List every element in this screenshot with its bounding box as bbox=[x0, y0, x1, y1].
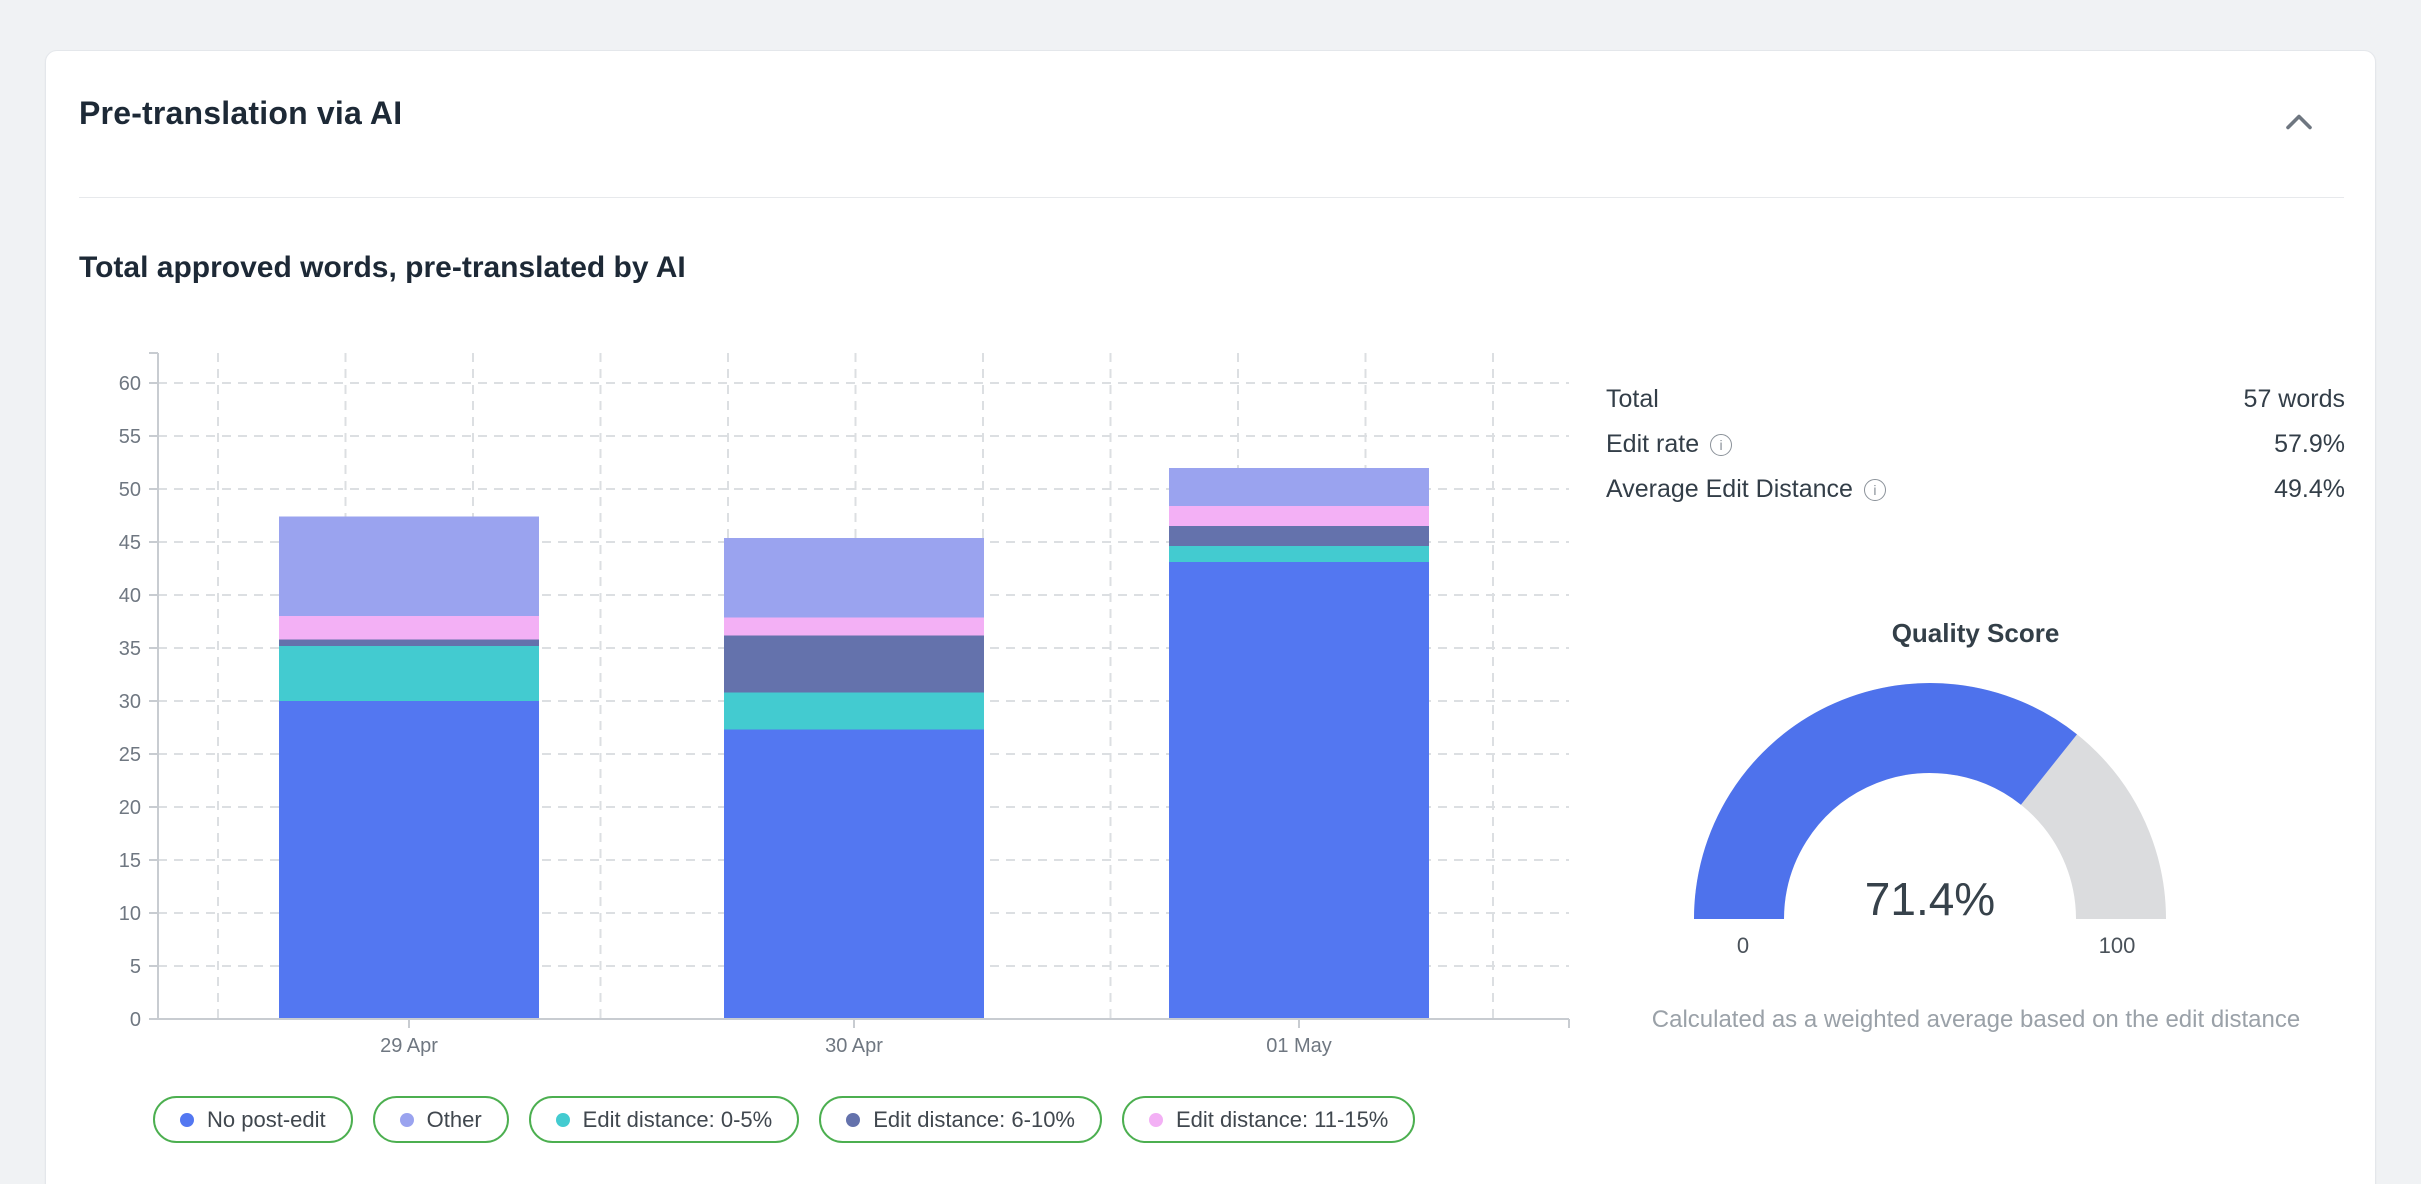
screen: Pre-translation via AI Total approved wo… bbox=[0, 0, 2421, 1184]
stat-label-group: Average Edit Distance i bbox=[1606, 475, 1886, 504]
legend-label: No post-edit bbox=[207, 1107, 326, 1133]
bar-segment[interactable] bbox=[1169, 526, 1429, 546]
x-axis-label: 30 Apr bbox=[825, 1035, 883, 1057]
legend-pill[interactable]: Edit distance: 11-15% bbox=[1122, 1096, 1415, 1143]
stat-row: Edit rate i 57.9% bbox=[1606, 422, 2345, 467]
y-axis-label: 5 bbox=[130, 956, 141, 978]
stat-label: Total bbox=[1606, 385, 1659, 414]
legend-dot bbox=[180, 1113, 194, 1127]
bar-segment[interactable] bbox=[724, 730, 984, 1019]
stat-value: 57.9% bbox=[2274, 430, 2345, 459]
chart-legend: No post-edit Other Edit distance: 0-5% Edit… bbox=[153, 1096, 1415, 1143]
chevron-up-icon bbox=[2286, 113, 2312, 130]
header-divider bbox=[79, 197, 2344, 198]
y-axis-label: 30 bbox=[119, 691, 141, 713]
card-title: Pre-translation via AI bbox=[79, 95, 402, 132]
y-axis-label: 0 bbox=[130, 1009, 141, 1031]
y-axis-label: 15 bbox=[119, 850, 141, 872]
bar-segment[interactable] bbox=[724, 538, 984, 618]
legend-dot bbox=[846, 1113, 860, 1127]
legend-pill[interactable]: Edit distance: 6-10% bbox=[819, 1096, 1102, 1143]
quality-score-gauge: 71.4% 0 100 bbox=[1670, 661, 2190, 961]
gauge-min-label: 0 bbox=[1737, 933, 1749, 958]
collapse-button[interactable] bbox=[2279, 101, 2319, 141]
y-axis-label: 60 bbox=[119, 373, 141, 395]
bar-segment[interactable] bbox=[724, 693, 984, 730]
bar-segment[interactable] bbox=[279, 616, 539, 639]
x-axis-label: 01 May bbox=[1266, 1035, 1332, 1057]
stat-row: Total 57 words bbox=[1606, 377, 2345, 422]
bar-segment[interactable] bbox=[1169, 546, 1429, 562]
legend-label: Edit distance: 6-10% bbox=[873, 1107, 1075, 1133]
legend-dot bbox=[400, 1113, 414, 1127]
bar-segment[interactable] bbox=[279, 517, 539, 617]
gauge-max-label: 100 bbox=[2099, 933, 2136, 958]
y-axis-label: 20 bbox=[119, 797, 141, 819]
bar-segment[interactable] bbox=[1169, 468, 1429, 506]
stat-value: 49.4% bbox=[2274, 475, 2345, 504]
stat-label: Average Edit Distance bbox=[1606, 475, 1853, 504]
bar-segment[interactable] bbox=[1169, 506, 1429, 526]
stat-label: Edit rate bbox=[1606, 430, 1699, 459]
bar-segment[interactable] bbox=[1169, 562, 1429, 1019]
y-axis-label: 55 bbox=[119, 426, 141, 448]
gauge-value: 71.4% bbox=[1865, 873, 1995, 925]
gauge-title: Quality Score bbox=[1606, 618, 2345, 649]
legend-label: Other bbox=[427, 1107, 482, 1133]
stat-label-group: Total bbox=[1606, 385, 1659, 414]
legend-dot bbox=[1149, 1113, 1163, 1127]
y-axis-label: 40 bbox=[119, 585, 141, 607]
bar-segment[interactable] bbox=[724, 617, 984, 635]
pre-translation-card: Pre-translation via AI Total approved wo… bbox=[45, 50, 2376, 1184]
legend-dot bbox=[556, 1113, 570, 1127]
stacked-bar-chart: 0 5 10 15 20 25 30 35 40 45 50 55 60 29 Apr 30 Apr 01 M… bbox=[79, 331, 1591, 1091]
legend-pill[interactable]: Other bbox=[373, 1096, 509, 1143]
legend-pill[interactable]: No post-edit bbox=[153, 1096, 353, 1143]
info-icon[interactable]: i bbox=[1864, 479, 1886, 501]
bar-segment[interactable] bbox=[279, 701, 539, 1019]
stats-panel: Total 57 words Edit rate i 57.9% Average Edit… bbox=[1606, 377, 2345, 512]
bar-segment[interactable] bbox=[724, 635, 984, 692]
x-axis-label: 29 Apr bbox=[380, 1035, 438, 1057]
legend-label: Edit distance: 0-5% bbox=[583, 1107, 773, 1133]
gauge-caption: Calculated as a weighted average based o… bbox=[1636, 1001, 2316, 1038]
gauge-svg: 71.4% 0 100 bbox=[1670, 661, 2190, 961]
bar-chart-svg: 0 5 10 15 20 25 30 35 40 45 50 55 60 29 Apr 30 Apr 01 M… bbox=[79, 331, 1591, 1091]
stat-row: Average Edit Distance i 49.4% bbox=[1606, 467, 2345, 512]
bar-segment[interactable] bbox=[279, 640, 539, 646]
info-icon[interactable]: i bbox=[1710, 434, 1732, 456]
legend-label: Edit distance: 11-15% bbox=[1176, 1107, 1388, 1133]
y-axis-label: 25 bbox=[119, 744, 141, 766]
stat-label-group: Edit rate i bbox=[1606, 430, 1732, 459]
y-axis-label: 50 bbox=[119, 479, 141, 501]
legend-pill[interactable]: Edit distance: 0-5% bbox=[529, 1096, 800, 1143]
y-axis-label: 45 bbox=[119, 532, 141, 554]
y-axis-label: 10 bbox=[119, 903, 141, 925]
y-axis-label: 35 bbox=[119, 638, 141, 660]
section-title: Total approved words, pre-translated by … bbox=[79, 251, 686, 285]
stat-value: 57 words bbox=[2244, 385, 2345, 414]
bar-segment[interactable] bbox=[279, 646, 539, 701]
